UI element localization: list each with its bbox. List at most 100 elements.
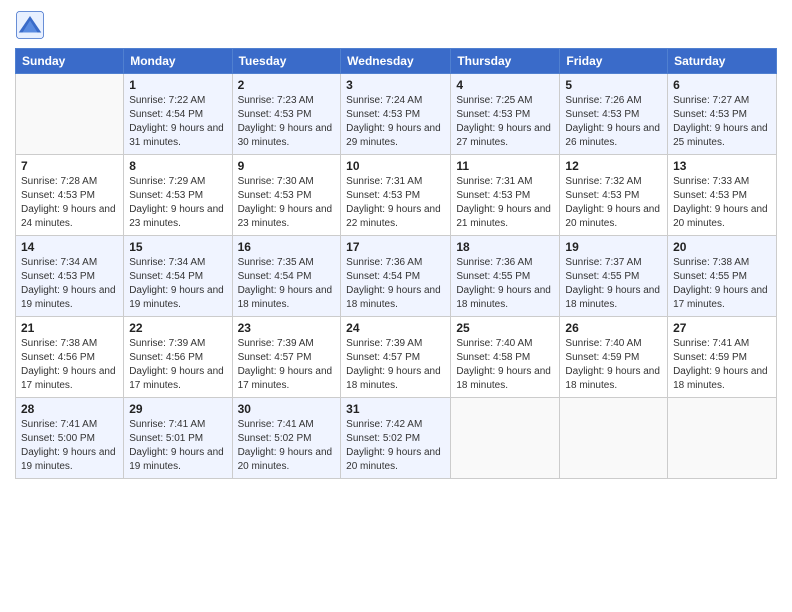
calendar-cell: 18 Sunrise: 7:36 AMSunset: 4:55 PMDayligh… [451, 236, 560, 317]
day-number: 5 [565, 78, 662, 92]
calendar-cell: 19 Sunrise: 7:37 AMSunset: 4:55 PMDayligh… [560, 236, 668, 317]
day-info: Sunrise: 7:27 AMSunset: 4:53 PMDaylight:… [673, 94, 771, 150]
calendar-cell: 2Sunrise: 7:23 AMSunset: 4:53 PMDaylight… [232, 74, 341, 155]
day-info: Sunrise: 7:36 AMSunset: 4:55 PMDaylight:… [456, 256, 554, 312]
day-number: 19 [565, 240, 662, 254]
day-number: 17 [346, 240, 445, 254]
day-number: 20 [673, 240, 771, 254]
day-number: 9 [238, 159, 336, 173]
calendar-header: SundayMondayTuesdayWednesdayThursdayFrid… [16, 49, 777, 74]
day-number: 28 [21, 402, 118, 416]
day-info: Sunrise: 7:37 AMSunset: 4:55 PMDaylight:… [565, 256, 662, 312]
day-info: Sunrise: 7:40 AMSunset: 4:59 PMDaylight:… [565, 337, 662, 393]
calendar-week-3: 14 Sunrise: 7:34 AMSunset: 4:53 PMDayligh… [16, 236, 777, 317]
calendar-cell: 30Sunrise: 7:41 AMSunset: 5:02 PMDayligh… [232, 398, 341, 479]
calendar-cell [451, 398, 560, 479]
calendar-cell: 24 Sunrise: 7:39 AMSunset: 4:57 PMDayligh… [341, 317, 451, 398]
day-info: Sunrise: 7:23 AMSunset: 4:53 PMDaylight:… [238, 94, 336, 150]
day-number: 8 [129, 159, 226, 173]
day-number: 16 [238, 240, 336, 254]
day-number: 11 [456, 159, 554, 173]
day-number: 14 [21, 240, 118, 254]
calendar-cell: 25 Sunrise: 7:40 AMSunset: 4:58 PMDayligh… [451, 317, 560, 398]
day-info: Sunrise: 7:38 AMSunset: 4:55 PMDaylight:… [673, 256, 771, 312]
page-header [15, 10, 777, 40]
day-info: Sunrise: 7:35 AMSunset: 4:54 PMDaylight:… [238, 256, 336, 312]
day-number: 25 [456, 321, 554, 335]
day-number: 24 [346, 321, 445, 335]
calendar-cell: 20 Sunrise: 7:38 AMSunset: 4:55 PMDayligh… [668, 236, 777, 317]
calendar-table: SundayMondayTuesdayWednesdayThursdayFrid… [15, 48, 777, 479]
calendar-cell [668, 398, 777, 479]
day-number: 7 [21, 159, 118, 173]
day-info: Sunrise: 7:40 AMSunset: 4:58 PMDaylight:… [456, 337, 554, 393]
day-info: Sunrise: 7:31 AMSunset: 4:53 PMDaylight:… [456, 175, 554, 231]
calendar-cell: 23Sunrise: 7:39 AMSunset: 4:57 PMDayligh… [232, 317, 341, 398]
day-number: 31 [346, 402, 445, 416]
calendar-cell: 8 Sunrise: 7:29 AMSunset: 4:53 PMDaylight… [124, 155, 232, 236]
day-info: Sunrise: 7:41 AMSunset: 5:00 PMDaylight:… [21, 418, 118, 474]
day-number: 27 [673, 321, 771, 335]
calendar-cell: 9 Sunrise: 7:30 AMSunset: 4:53 PMDaylight… [232, 155, 341, 236]
day-info: Sunrise: 7:41 AMSunset: 4:59 PMDaylight:… [673, 337, 771, 393]
day-info: Sunrise: 7:22 AMSunset: 4:54 PMDaylight:… [129, 94, 226, 150]
day-info: Sunrise: 7:39 AMSunset: 4:57 PMDaylight:… [346, 337, 445, 393]
day-number: 26 [565, 321, 662, 335]
day-info: Sunrise: 7:30 AMSunset: 4:53 PMDaylight:… [238, 175, 336, 231]
calendar-cell: 31 Sunrise: 7:42 AMSunset: 5:02 PMDayligh… [341, 398, 451, 479]
weekday-header-friday: Friday [560, 49, 668, 74]
calendar-cell: 13 Sunrise: 7:33 AMSunset: 4:53 PMDayligh… [668, 155, 777, 236]
day-number: 12 [565, 159, 662, 173]
calendar-cell: 6 Sunrise: 7:27 AMSunset: 4:53 PMDaylight… [668, 74, 777, 155]
calendar-week-1: 1 Sunrise: 7:22 AMSunset: 4:54 PMDaylight… [16, 74, 777, 155]
day-info: Sunrise: 7:41 AMSunset: 5:01 PMDaylight:… [129, 418, 226, 474]
calendar-cell: 22 Sunrise: 7:39 AMSunset: 4:56 PMDayligh… [124, 317, 232, 398]
day-info: Sunrise: 7:25 AMSunset: 4:53 PMDaylight:… [456, 94, 554, 150]
day-number: 6 [673, 78, 771, 92]
calendar-cell: 1 Sunrise: 7:22 AMSunset: 4:54 PMDaylight… [124, 74, 232, 155]
day-number: 4 [456, 78, 554, 92]
page-container: SundayMondayTuesdayWednesdayThursdayFrid… [0, 0, 792, 489]
day-info: Sunrise: 7:34 AMSunset: 4:53 PMDaylight:… [21, 256, 118, 312]
calendar-cell: 28 Sunrise: 7:41 AMSunset: 5:00 PMDayligh… [16, 398, 124, 479]
day-number: 22 [129, 321, 226, 335]
weekday-header-thursday: Thursday [451, 49, 560, 74]
calendar-cell: 4 Sunrise: 7:25 AMSunset: 4:53 PMDaylight… [451, 74, 560, 155]
day-info: Sunrise: 7:28 AMSunset: 4:53 PMDaylight:… [21, 175, 118, 231]
day-info: Sunrise: 7:26 AMSunset: 4:53 PMDaylight:… [565, 94, 662, 150]
weekday-header-saturday: Saturday [668, 49, 777, 74]
calendar-cell: 26 Sunrise: 7:40 AMSunset: 4:59 PMDayligh… [560, 317, 668, 398]
calendar-week-5: 28 Sunrise: 7:41 AMSunset: 5:00 PMDayligh… [16, 398, 777, 479]
weekday-header-monday: Monday [124, 49, 232, 74]
calendar-cell: 16 Sunrise: 7:35 AMSunset: 4:54 PMDayligh… [232, 236, 341, 317]
day-info: Sunrise: 7:33 AMSunset: 4:53 PMDaylight:… [673, 175, 771, 231]
calendar-body: 1 Sunrise: 7:22 AMSunset: 4:54 PMDaylight… [16, 74, 777, 479]
day-info: Sunrise: 7:32 AMSunset: 4:53 PMDaylight:… [565, 175, 662, 231]
day-info: Sunrise: 7:41 AMSunset: 5:02 PMDaylight:… [238, 418, 336, 474]
calendar-cell [16, 74, 124, 155]
day-info: Sunrise: 7:29 AMSunset: 4:53 PMDaylight:… [129, 175, 226, 231]
logo [15, 10, 49, 40]
calendar-cell: 5 Sunrise: 7:26 AMSunset: 4:53 PMDaylight… [560, 74, 668, 155]
calendar-week-2: 7 Sunrise: 7:28 AMSunset: 4:53 PMDaylight… [16, 155, 777, 236]
calendar-week-4: 21Sunrise: 7:38 AMSunset: 4:56 PMDayligh… [16, 317, 777, 398]
day-info: Sunrise: 7:36 AMSunset: 4:54 PMDaylight:… [346, 256, 445, 312]
calendar-cell: 29Sunrise: 7:41 AMSunset: 5:01 PMDayligh… [124, 398, 232, 479]
calendar-cell: 3Sunrise: 7:24 AMSunset: 4:53 PMDaylight… [341, 74, 451, 155]
day-number: 13 [673, 159, 771, 173]
weekday-row: SundayMondayTuesdayWednesdayThursdayFrid… [16, 49, 777, 74]
calendar-cell: 15 Sunrise: 7:34 AMSunset: 4:54 PMDayligh… [124, 236, 232, 317]
calendar-cell [560, 398, 668, 479]
calendar-cell: 10Sunrise: 7:31 AMSunset: 4:53 PMDayligh… [341, 155, 451, 236]
day-info: Sunrise: 7:34 AMSunset: 4:54 PMDaylight:… [129, 256, 226, 312]
calendar-cell: 21Sunrise: 7:38 AMSunset: 4:56 PMDayligh… [16, 317, 124, 398]
day-number: 3 [346, 78, 445, 92]
calendar-cell: 11 Sunrise: 7:31 AMSunset: 4:53 PMDayligh… [451, 155, 560, 236]
day-info: Sunrise: 7:42 AMSunset: 5:02 PMDaylight:… [346, 418, 445, 474]
day-number: 1 [129, 78, 226, 92]
calendar-cell: 12 Sunrise: 7:32 AMSunset: 4:53 PMDayligh… [560, 155, 668, 236]
day-number: 18 [456, 240, 554, 254]
calendar-cell: 27 Sunrise: 7:41 AMSunset: 4:59 PMDayligh… [668, 317, 777, 398]
day-info: Sunrise: 7:39 AMSunset: 4:56 PMDaylight:… [129, 337, 226, 393]
day-number: 15 [129, 240, 226, 254]
